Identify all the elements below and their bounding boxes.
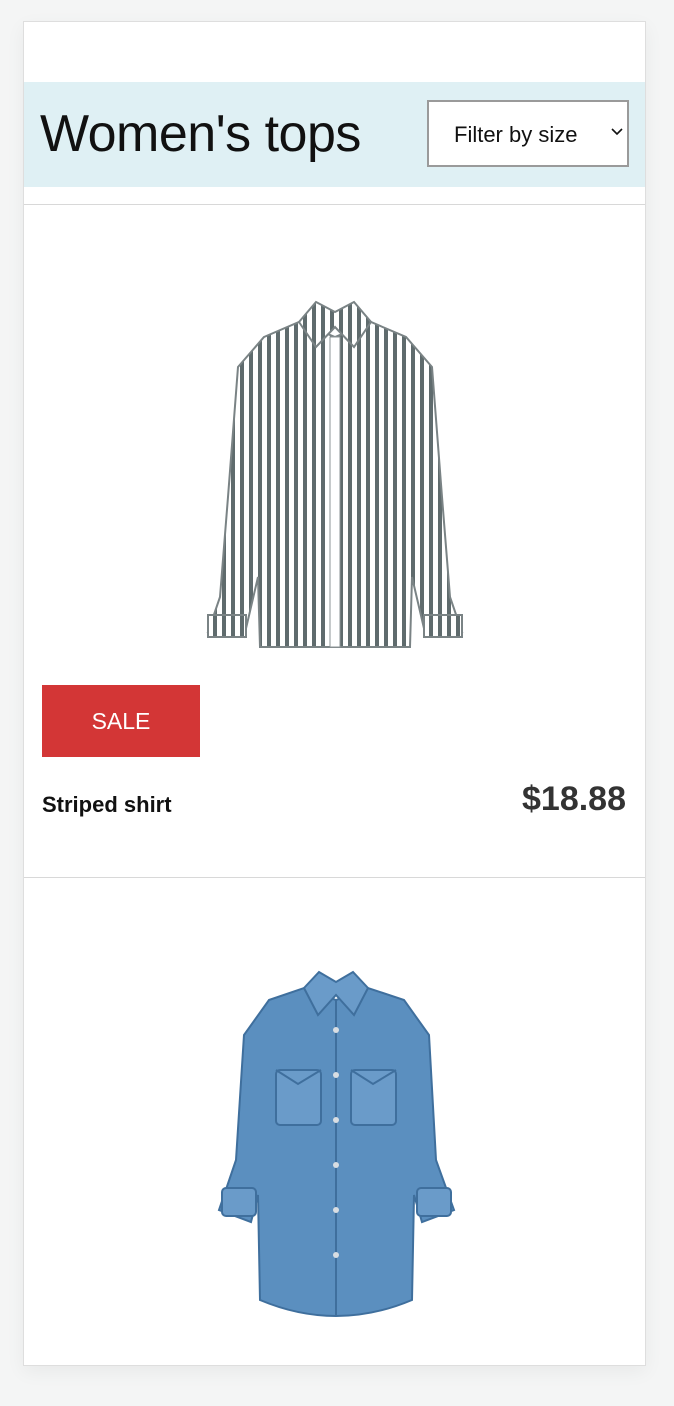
chevron-down-icon: [611, 128, 623, 136]
page-frame: Women's tops Filter by size SALE Striped…: [23, 21, 646, 1366]
product-name[interactable]: Striped shirt: [42, 792, 172, 818]
sale-badge: SALE: [42, 685, 200, 757]
filter-label: Filter by size: [454, 122, 578, 147]
product-price: $18.88: [522, 780, 626, 818]
divider: [24, 877, 645, 878]
striped-shirt-image[interactable]: [204, 297, 466, 652]
divider: [24, 204, 645, 205]
page-title: Women's tops: [40, 105, 361, 163]
page-header: Women's tops Filter by size: [24, 82, 645, 187]
denim-shirt-image[interactable]: [214, 970, 459, 1325]
filter-by-size-select[interactable]: Filter by size: [427, 100, 629, 167]
